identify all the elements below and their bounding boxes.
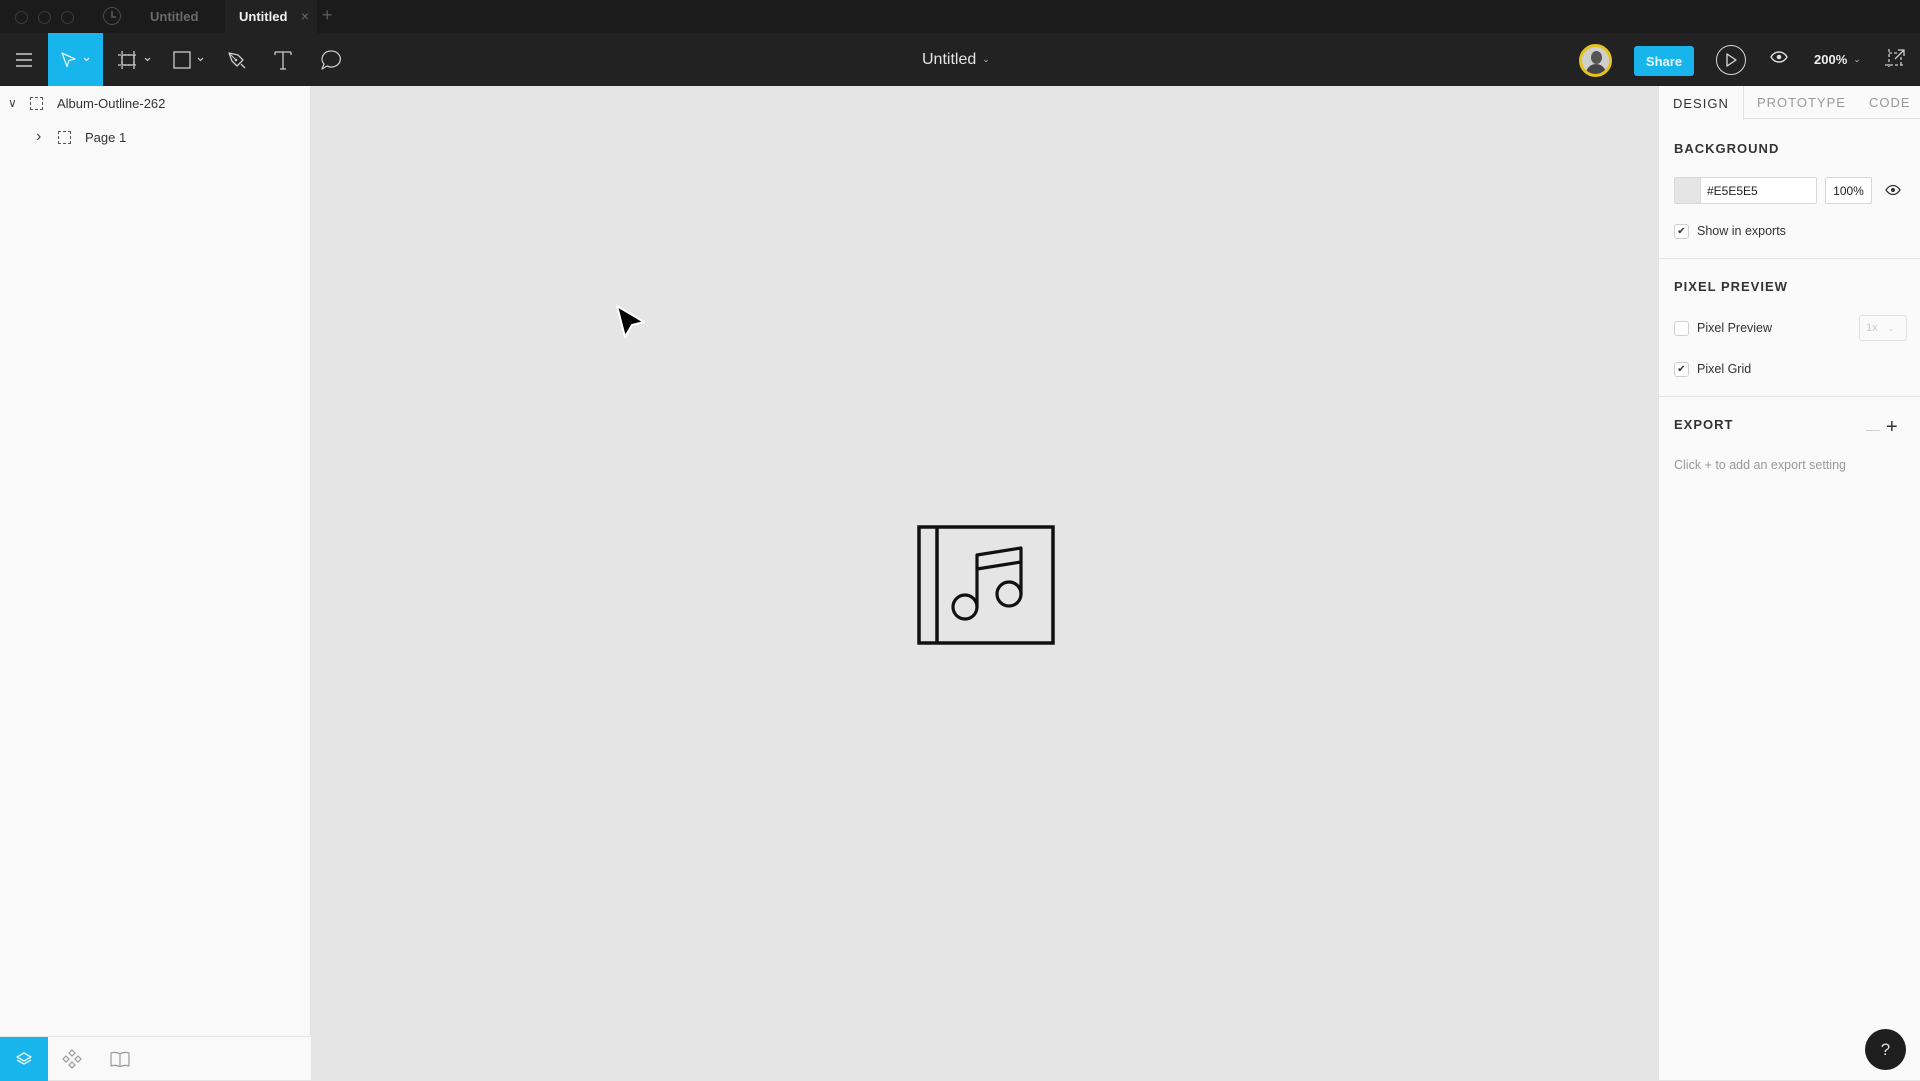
window-minimize-button[interactable] [38, 11, 51, 24]
file-tab-active[interactable]: Untitled × [225, 0, 317, 33]
checkbox-checked[interactable]: ✔ [1674, 361, 1689, 377]
file-tab-label: Untitled [239, 9, 288, 24]
comment-tool-icon [321, 49, 341, 70]
resize-frame-icon [1885, 49, 1905, 69]
recent-files-clock-icon[interactable] [103, 7, 121, 25]
show-in-exports-checkbox[interactable]: ✔ Show in exports [1674, 222, 1786, 240]
resize-frame-button[interactable] [1884, 48, 1906, 75]
zoom-menu[interactable]: 200% ⌄ [1814, 33, 1861, 86]
library-tab[interactable] [96, 1037, 144, 1081]
export-hint: Click + to add an export setting [1674, 458, 1846, 472]
layer-item[interactable]: › Page 1 [36, 126, 126, 148]
pixel-preview-scale-select[interactable]: 1x ⌄ [1859, 315, 1907, 341]
frame-icon [30, 96, 43, 110]
add-export-button[interactable]: + [1886, 416, 1898, 439]
layers-panel: ∨ Album-Outline-262 › Page 1 [0, 86, 311, 1080]
layers-icon [16, 1052, 32, 1065]
window-maximize-button[interactable] [61, 11, 74, 24]
color-swatch[interactable] [1675, 178, 1701, 203]
share-button[interactable]: Share [1634, 46, 1694, 76]
tab-code[interactable]: CODE [1869, 86, 1911, 119]
menu-button[interactable] [8, 33, 40, 86]
move-tool-button[interactable] [48, 33, 103, 86]
document-title-menu[interactable]: Untitled ⌄ [922, 33, 990, 86]
chevron-right-icon[interactable]: › [36, 128, 50, 146]
section-divider [1659, 258, 1920, 259]
eye-icon [1885, 184, 1901, 196]
pixel-preview-section-title: PIXEL PREVIEW [1674, 279, 1788, 294]
file-tab-label: Untitled [150, 9, 199, 24]
layer-label: Album-Outline-262 [57, 95, 166, 111]
document-title: Untitled [922, 50, 977, 68]
properties-tabs: DESIGN PROTOTYPE CODE [1659, 86, 1920, 120]
present-button[interactable] [1716, 45, 1746, 75]
title-bar: Untitled Untitled × + [0, 0, 1920, 33]
menu-icon [16, 52, 32, 67]
album-outline-icon[interactable] [917, 525, 1055, 645]
view-settings-button[interactable] [1770, 50, 1788, 69]
help-button[interactable]: ? [1865, 1029, 1906, 1070]
scale-value: 1x [1866, 322, 1878, 334]
background-color-value: #E5E5E5 [1707, 183, 1758, 198]
pixel-preview-label: Pixel Preview [1697, 321, 1773, 335]
rectangle-tool-icon [173, 50, 204, 69]
left-panel-tabs [0, 1036, 311, 1081]
checkbox-checked[interactable]: ✔ [1674, 223, 1689, 239]
pen-tool-button[interactable] [224, 33, 250, 86]
frame-tool-icon [118, 50, 151, 69]
avatar-head [1591, 51, 1602, 64]
background-section-title: BACKGROUND [1674, 141, 1780, 156]
new-tab-button[interactable]: + [322, 5, 333, 26]
window-close-button[interactable] [15, 11, 28, 24]
pen-tool-icon [228, 51, 246, 68]
avatar[interactable] [1579, 44, 1612, 77]
eye-icon [1770, 51, 1788, 63]
properties-panel: DESIGN PROTOTYPE CODE BACKGROUND #E5E5E5… [1658, 86, 1920, 1080]
tab-prototype[interactable]: PROTOTYPE [1757, 86, 1846, 119]
note-head-right [995, 580, 1023, 608]
library-icon [110, 1051, 130, 1067]
toggle-visibility-button[interactable] [1885, 183, 1901, 201]
layer-item[interactable]: ∨ Album-Outline-262 [8, 92, 165, 114]
mouse-pointer-icon [616, 305, 645, 338]
text-tool-icon [274, 50, 292, 70]
layer-label: Page 1 [85, 129, 127, 145]
frame-icon [58, 130, 71, 144]
close-tab-icon[interactable]: × [301, 8, 309, 24]
background-opacity-field[interactable]: 100% [1825, 177, 1872, 204]
tab-design[interactable]: DESIGN [1659, 86, 1744, 120]
file-tab[interactable]: Untitled [130, 0, 225, 33]
pixel-grid-label: Pixel Grid [1697, 362, 1752, 376]
comment-tool-button[interactable] [318, 33, 344, 86]
chevron-down-icon[interactable]: ∨ [8, 96, 22, 110]
components-tab[interactable] [48, 1037, 96, 1081]
chevron-down-icon: ⌄ [1853, 54, 1861, 64]
text-tool-button[interactable] [270, 33, 296, 86]
pixel-grid-checkbox[interactable]: ✔ Pixel Grid [1674, 360, 1751, 378]
rectangle-tool-button[interactable] [168, 33, 212, 86]
background-color-field[interactable]: #E5E5E5 [1674, 177, 1817, 204]
section-divider [1659, 396, 1920, 397]
canvas[interactable] [311, 86, 1658, 1080]
pixel-preview-checkbox[interactable]: Pixel Preview [1674, 319, 1772, 337]
album-frame [917, 525, 1055, 645]
show-in-exports-label: Show in exports [1697, 224, 1786, 238]
zoom-level: 200% [1814, 52, 1848, 67]
remove-export-button[interactable]: — [1866, 421, 1880, 437]
export-section-title: EXPORT [1674, 417, 1734, 432]
components-icon [62, 1049, 82, 1069]
chevron-down-icon: ⌄ [982, 54, 990, 64]
play-icon [1726, 53, 1737, 67]
avatar-body [1586, 64, 1606, 74]
toolbar: Untitled ⌄ Share 200% ⌄ [0, 33, 1920, 86]
move-tool-icon [60, 51, 89, 67]
layers-tab[interactable] [0, 1037, 48, 1081]
chevron-down-icon: ⌄ [1887, 323, 1895, 333]
note-head-left [951, 593, 979, 621]
checkbox-unchecked[interactable] [1674, 320, 1689, 336]
frame-tool-button[interactable] [112, 33, 158, 86]
